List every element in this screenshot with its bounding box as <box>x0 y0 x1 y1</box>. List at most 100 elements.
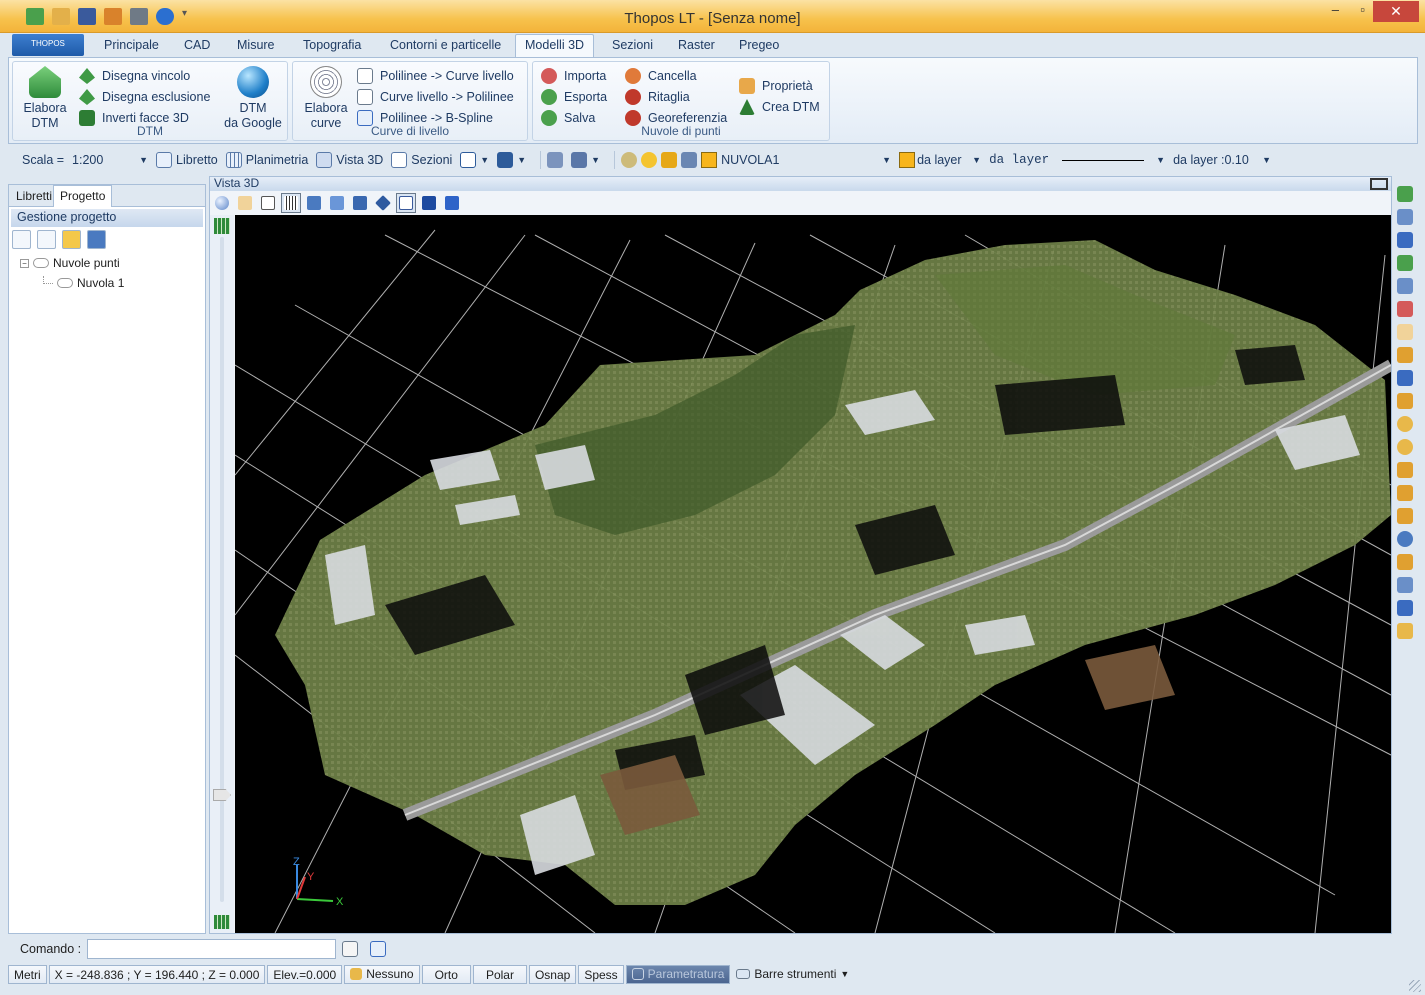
barre-strumenti-menu[interactable]: Barre strumenti ▼ <box>736 967 849 981</box>
snap-tangent-icon[interactable] <box>1397 531 1413 547</box>
proprieta-button[interactable]: Proprietà <box>739 78 813 94</box>
snap-perpendicular-icon[interactable] <box>1397 508 1413 524</box>
layer-select[interactable]: NUVOLA1 ▼ <box>701 152 891 168</box>
sezioni-button[interactable]: Sezioni <box>391 152 452 168</box>
layers-grid-icon[interactable] <box>214 218 230 234</box>
polar-toggle[interactable]: Polar <box>472 964 527 984</box>
command-list-icon[interactable] <box>370 941 387 957</box>
refresh-icon[interactable] <box>62 230 81 249</box>
resize-grip[interactable] <box>1409 980 1421 992</box>
tab-progetto[interactable]: Progetto <box>53 185 113 207</box>
cancella-button[interactable]: Cancella <box>625 68 697 84</box>
layer-print-toggle[interactable] <box>681 152 698 168</box>
tab-misure[interactable]: Misure <box>237 38 275 52</box>
sync-icon[interactable] <box>87 230 106 249</box>
snap-quadrant-icon[interactable] <box>1397 439 1413 455</box>
vista-3d-button[interactable]: Vista 3D <box>316 152 383 168</box>
tab-principale[interactable]: Principale <box>104 38 159 52</box>
planimetria-button[interactable]: Planimetria <box>225 152 308 168</box>
command-input[interactable] <box>87 939 337 959</box>
pan-hand-icon[interactable] <box>235 193 255 213</box>
snap-intersection-icon[interactable] <box>1397 462 1413 478</box>
crea-dtm-button[interactable]: Crea DTM <box>739 99 820 115</box>
lineweight-select[interactable]: da layer :0.10 ▼ <box>1173 153 1271 167</box>
tab-cad[interactable]: CAD <box>184 38 210 52</box>
grid-toggle-icon[interactable] <box>281 193 301 213</box>
scala-select[interactable]: 1:200 ▼ <box>72 153 148 167</box>
snap-101-icon[interactable] <box>1397 370 1413 386</box>
layout-tile-button[interactable]: ▼ <box>497 152 526 168</box>
snap-cloud-icon[interactable] <box>1397 623 1413 639</box>
spess-toggle[interactable]: Spess <box>578 964 624 984</box>
orto-toggle[interactable]: Orto <box>421 964 471 984</box>
polilinee-curve-button[interactable]: Polilinee -> Curve livello <box>357 68 514 84</box>
close-button[interactable]: ✕ <box>1373 1 1419 22</box>
elabora-curve-button[interactable]: Elabora curve <box>297 66 355 131</box>
layer-manager-button[interactable] <box>547 152 564 168</box>
app-menu-button[interactable]: THOPOS <box>12 34 84 56</box>
view-front-icon[interactable] <box>304 193 324 213</box>
view-back-icon[interactable] <box>327 193 347 213</box>
view-right-icon[interactable] <box>373 193 393 213</box>
elevation-readout[interactable]: Elev.=0.000 <box>267 964 343 984</box>
wireframe-cube-icon[interactable] <box>396 193 416 213</box>
layer-lock-toggle[interactable] <box>661 152 678 168</box>
dtm-da-google-button[interactable]: DTM da Google <box>220 66 286 131</box>
units-indicator[interactable]: Metri <box>8 964 47 984</box>
snap-nearest-icon[interactable] <box>1397 554 1413 570</box>
tab-libretti[interactable]: Libretti <box>16 189 52 203</box>
zoom-point-icon[interactable] <box>1397 232 1413 248</box>
ritaglia-button[interactable]: Ritaglia <box>625 89 690 105</box>
tab-raster[interactable]: Raster <box>678 38 715 52</box>
snap-center-icon[interactable] <box>1397 416 1413 432</box>
importa-button[interactable]: Importa <box>541 68 606 84</box>
snap-line-icon[interactable] <box>1397 393 1413 409</box>
libretto-button[interactable]: Libretto <box>156 152 218 168</box>
elabora-dtm-button[interactable]: Elabora DTM <box>17 66 73 131</box>
disegna-vincolo-button[interactable]: Disegna vincolo <box>79 68 190 84</box>
linetype-select[interactable]: da layer ▼ <box>989 153 1165 167</box>
command-history-icon[interactable] <box>342 941 359 957</box>
zoom-slider-track[interactable] <box>220 237 224 902</box>
view-left-icon[interactable] <box>350 193 370 213</box>
snap-mode-indicator[interactable]: Nessuno <box>344 964 420 984</box>
snap-parallel-icon[interactable] <box>1397 577 1413 593</box>
tree-item-nuvola-1[interactable]: Nuvola 1 <box>43 276 124 290</box>
tab-contorni-particelle[interactable]: Contorni e particelle <box>390 38 501 52</box>
layer-on-toggle[interactable] <box>621 152 638 168</box>
layout-split-button[interactable]: ▼ <box>460 152 489 168</box>
layer-states-button[interactable]: ▼ <box>571 152 600 168</box>
tab-topografia[interactable]: Topografia <box>303 38 361 52</box>
select-tool-icon[interactable] <box>12 230 31 249</box>
snap-extension-icon[interactable] <box>1397 485 1413 501</box>
maximize-button[interactable]: ▫ <box>1360 2 1365 17</box>
solid-cube-icon[interactable] <box>419 193 439 213</box>
zoom-object-icon[interactable] <box>1397 301 1413 317</box>
terrain-grid-icon[interactable] <box>214 915 230 929</box>
collapse-icon[interactable]: − <box>20 258 29 268</box>
snap-insert-icon[interactable] <box>1397 600 1413 616</box>
zoom-slider-thumb[interactable] <box>213 789 231 801</box>
zoom-extents-icon[interactable] <box>1397 186 1413 202</box>
shaded-cube-icon[interactable] <box>442 193 462 213</box>
color-select[interactable]: da layer ▼ <box>899 152 981 168</box>
zoom-in-icon[interactable] <box>1397 255 1413 271</box>
3d-viewport[interactable]: Z Y X <box>235 215 1391 933</box>
disegna-esclusione-button[interactable]: Disegna esclusione <box>79 89 210 105</box>
esporta-button[interactable]: Esporta <box>541 89 607 105</box>
select-pointer-icon[interactable] <box>258 193 278 213</box>
zoom-previous-icon[interactable] <box>1397 278 1413 294</box>
curve-polilinee-button[interactable]: Curve livello -> Polilinee <box>357 89 514 105</box>
maximize-view-button[interactable] <box>1370 178 1388 190</box>
orbit-icon[interactable] <box>212 193 232 213</box>
osnap-toggle[interactable]: Osnap <box>528 964 577 984</box>
parametratura-toggle[interactable]: Parametratura <box>625 964 731 984</box>
pan-hand-icon[interactable] <box>1397 324 1413 340</box>
point-numbers-icon[interactable] <box>37 230 56 249</box>
tab-sezioni[interactable]: Sezioni <box>612 38 653 52</box>
layer-freeze-toggle[interactable] <box>641 152 658 168</box>
tab-pregeo[interactable]: Pregeo <box>739 38 779 52</box>
zoom-window-icon[interactable] <box>1397 209 1413 225</box>
snap-endpoint-icon[interactable] <box>1397 347 1413 363</box>
tree-item-nuvole-punti[interactable]: − Nuvole punti <box>20 256 120 270</box>
